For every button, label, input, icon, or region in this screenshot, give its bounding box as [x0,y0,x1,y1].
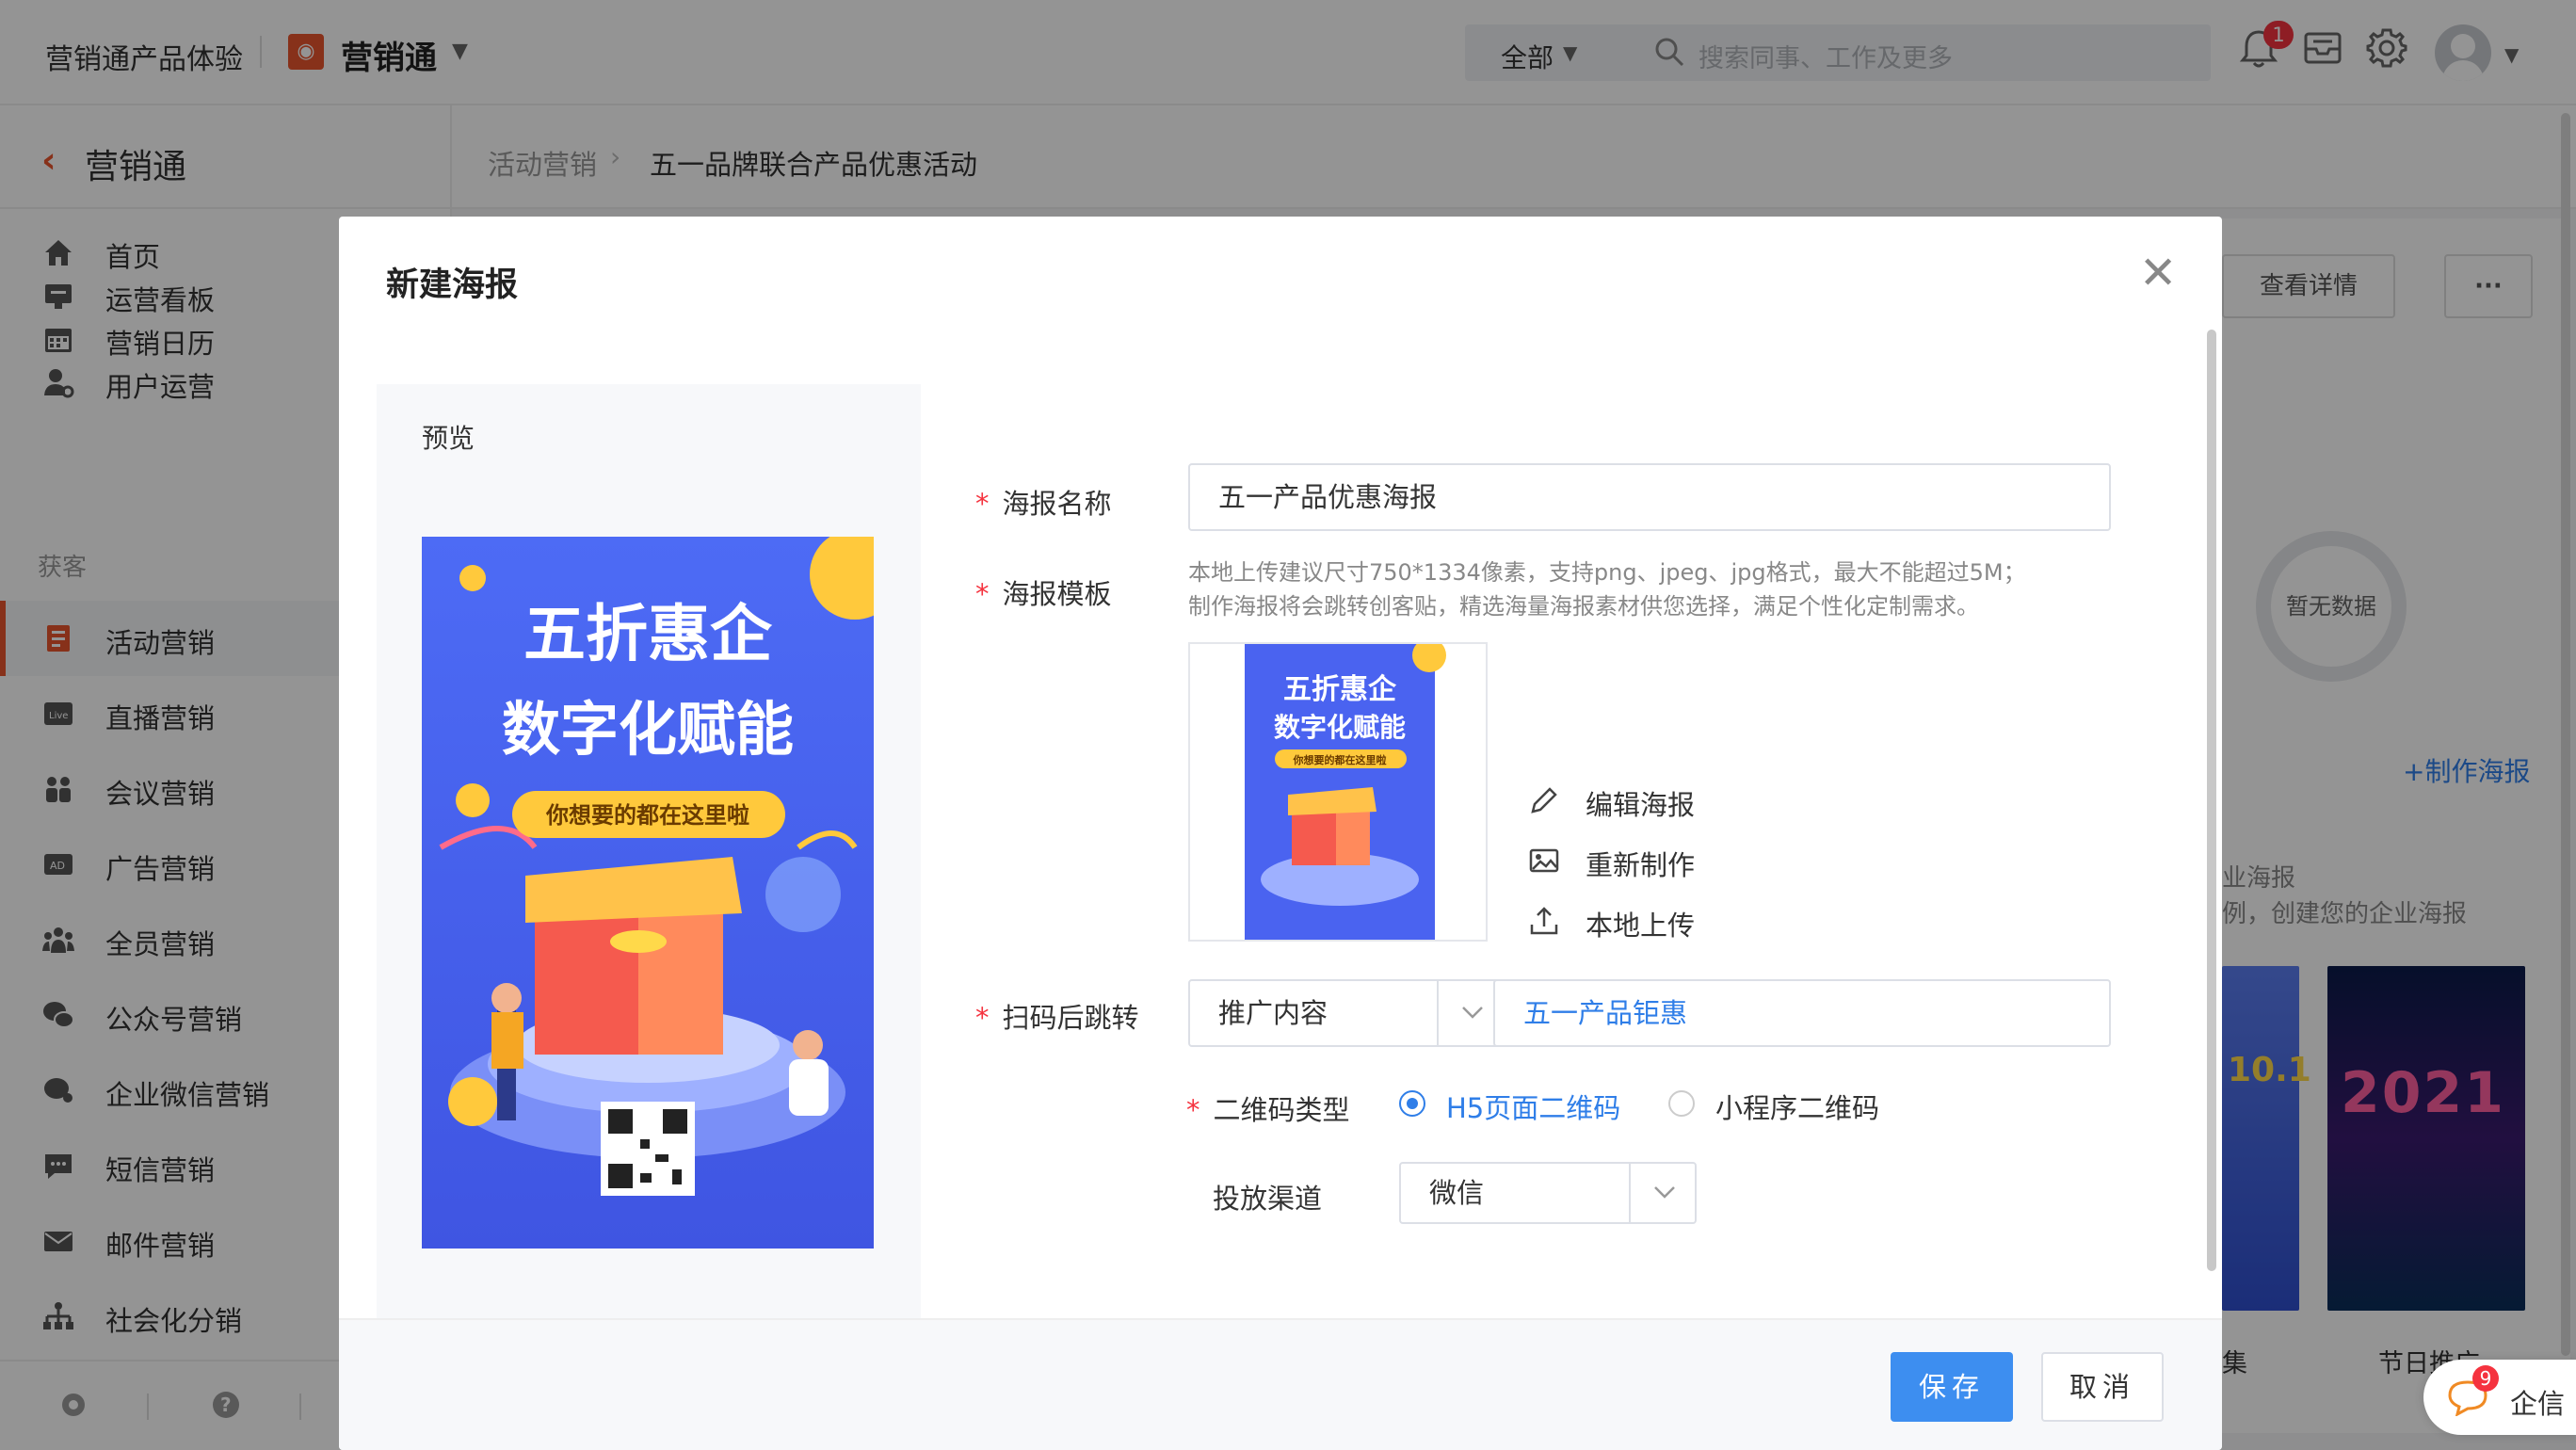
edit-poster-label: 编辑海报 [1586,789,1696,821]
thumbnail-tagline: 你想要的都在这里啦 [1293,753,1387,766]
jump-type-select[interactable]: 推广内容 [1188,979,1506,1047]
channel-label: 投放渠道 [1213,1183,1323,1215]
cancel-button[interactable]: 取消 [2041,1352,2164,1422]
remake-label: 重新制作 [1586,849,1696,881]
template-thumbnail-graphic: 五折惠企 数字化赋能 你想要的都在这里啦 [1245,644,1446,940]
dialog-scrollbar[interactable] [2207,330,2216,1271]
close-icon[interactable]: ✕ [2139,250,2177,296]
poster-preview-image: 五折惠企 数字化赋能 你想要的都在这里啦 [422,537,874,1249]
chat-badge: 9 [2472,1365,2499,1392]
qr-mini-program-label[interactable]: 小程序二维码 [1715,1087,1879,1126]
template-hint: 本地上传建议尺寸750*1334像素，支持png、jpeg、jpg格式，最大不能… [1188,559,2026,586]
jump-type-value: 推广内容 [1218,997,1328,1029]
thumbnail-headline: 五折惠企 [1283,673,1397,706]
poster-name-label: * 海报名称 [975,488,1112,520]
channel-value: 微信 [1429,1177,1485,1209]
poster-graphic: 五折惠企 数字化赋能 你想要的都在这里啦 [422,537,874,1249]
qr-h5-label[interactable]: H5页面二维码 [1446,1087,1620,1126]
preview-label: 预览 [422,423,475,454]
poster-preview-panel: 预览 五折惠企 数字化赋能 你想要的都在这里啦 [377,384,921,1328]
jump-after-scan-label: * 扫码后跳转 [975,1002,1139,1034]
image-icon [1529,848,1559,873]
poster-template-label: * 海报模板 [975,578,1112,610]
chevron-down-icon[interactable] [1629,1164,1697,1222]
enterprise-chat-button[interactable]: 9 企信 [2423,1360,2576,1435]
thumbnail-headline: 数字化赋能 [1274,712,1406,743]
local-upload-label: 本地上传 [1586,910,1696,942]
chat-label: 企信 [2510,1388,2566,1420]
dialog-title: 新建海报 [386,266,519,304]
template-hint: 制作海报将会跳转创客贴，精选海量海报素材供您选择，满足个性化定制需求。 [1188,593,1979,620]
dialog-footer: 保存 取消 [339,1318,2222,1450]
jump-target-input[interactable]: 五一产品钜惠 [1493,979,2111,1047]
save-button[interactable]: 保存 [1891,1352,2013,1422]
qr-mini-program-radio[interactable] [1668,1090,1695,1117]
poster-tagline: 你想要的都在这里啦 [545,802,749,829]
pencil-icon [1531,787,1557,814]
poster-name-input[interactable]: 五一产品优惠海报 [1188,463,2111,531]
template-thumbnail[interactable]: 五折惠企 数字化赋能 你想要的都在这里啦 [1188,642,1488,942]
channel-select[interactable]: 微信 [1399,1162,1697,1224]
upload-icon [1530,907,1558,935]
poster-headline: 五折惠企 [523,598,773,670]
qr-h5-radio[interactable] [1399,1090,1425,1117]
poster-headline: 数字化赋能 [502,695,794,764]
new-poster-dialog: 新建海报 ✕ 预览 五折惠企 数字化赋能 你想要的都在这里啦 * 海报名称 五一… [339,217,2222,1450]
qr-type-label: * 二维码类型 [1186,1094,1350,1126]
